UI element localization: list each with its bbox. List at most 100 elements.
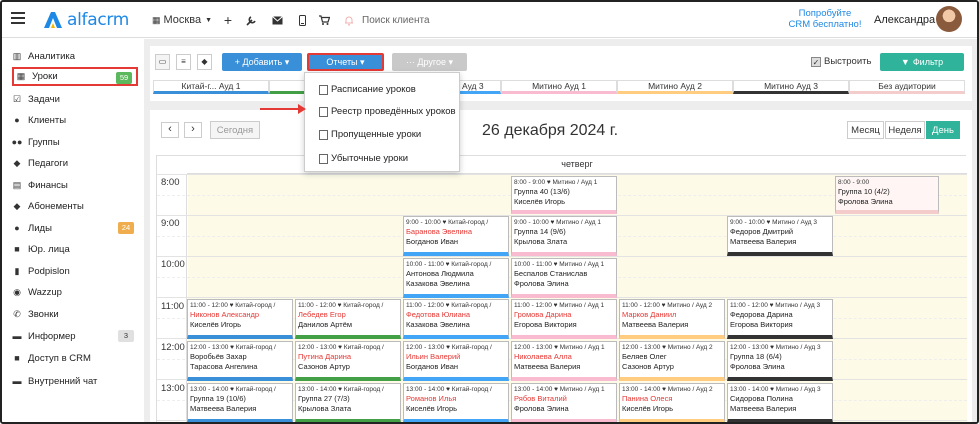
sidebar-item-calls[interactable]: ✆ Звонки: [10, 305, 138, 323]
user-name[interactable]: Александра: [874, 14, 935, 26]
sidebar-item-analytics[interactable]: ▥ Аналитика: [10, 47, 138, 65]
menu-item-missed-lessons[interactable]: Пропущенные уроки: [319, 129, 421, 140]
view-day-button[interactable]: День: [926, 121, 960, 139]
lesson-card[interactable]: 10:00 - 11:00 ♥ Китай-город / Антонова Л…: [403, 258, 509, 298]
sidebar-item-groups[interactable]: ●● Группы: [10, 133, 138, 151]
lesson-card[interactable]: 8:00 - 9:00 ♥ Митино / Ауд 1 Группа 40 (1…: [511, 176, 617, 214]
sidebar-item-wazzup[interactable]: ◉ Wazzup: [10, 283, 138, 301]
lesson-card[interactable]: 11:00 - 12:00 ♥ Митино / Ауд 3 Федорова Д…: [727, 299, 833, 339]
add-icon[interactable]: +: [217, 2, 239, 38]
sidebar-item-informer[interactable]: ▬ Информер 3: [10, 327, 138, 345]
sidebar-item-crm-access[interactable]: ■ Доступ в CRM: [10, 349, 138, 367]
sidebar-item-finance[interactable]: ▤ Финансы: [10, 176, 138, 194]
sidebar-item-clients[interactable]: ● Клиенты: [10, 111, 138, 129]
list-view-icon[interactable]: ≡: [176, 54, 191, 70]
lesson-students: Группа 14 (9/6): [514, 227, 566, 237]
mail-icon[interactable]: [266, 2, 288, 38]
lesson-time: 12:00 - 13:00 ♥ Митино / Ауд 2: [622, 344, 713, 351]
lesson-card[interactable]: 13:00 - 14:00 ♥ Митино / Ауд 1 Рябов Вита…: [511, 383, 617, 422]
lesson-card[interactable]: 12:00 - 13:00 ♥ Митино / Ауд 1 Николаева …: [511, 341, 617, 381]
checkbox[interactable]: ✓: [811, 56, 821, 67]
room-tab[interactable]: Митино Ауд 1: [501, 80, 617, 94]
lesson-teacher: Киселёв Игорь: [514, 196, 566, 206]
lesson-students: Марков Даниил: [622, 310, 677, 320]
reports-button[interactable]: Отчеты ▾: [307, 53, 384, 71]
sidebar-item-podpislon[interactable]: ▮ Podpislon: [10, 262, 138, 280]
lesson-card[interactable]: 12:00 - 13:00 ♥ Митино / Ауд 2 Беляев Оле…: [619, 341, 725, 381]
room-tab[interactable]: [269, 80, 305, 94]
lesson-card[interactable]: 13:00 - 14:00 ♥ Китай-город / Романов Ил…: [403, 383, 509, 422]
lesson-students: Лебедев Егор: [298, 310, 346, 320]
graduation-icon: ◆: [13, 157, 21, 168]
room-tab[interactable]: Митино Ауд 2: [617, 80, 733, 94]
today-button[interactable]: Сегодня: [210, 121, 260, 139]
view-week-button[interactable]: Неделя: [885, 121, 925, 139]
lesson-teacher: Казакова Эвелина: [406, 278, 470, 288]
lesson-students: Беляев Олег: [622, 352, 667, 362]
lesson-card[interactable]: 13:00 - 14:00 ♥ Китай-город / Группа 19 …: [187, 383, 293, 422]
lesson-students: Ильин Валерий: [406, 352, 461, 362]
logo[interactable]: alfacrm: [42, 9, 129, 31]
cart-icon[interactable]: [313, 2, 335, 38]
sidebar-item-lessons[interactable]: ▦ Уроки 59: [12, 67, 138, 86]
lesson-card[interactable]: 10:00 - 11:00 ♥ Митино / Ауд 1 Беспалов С…: [511, 258, 617, 298]
sidebar-item-label: Группы: [28, 136, 60, 148]
filter-button[interactable]: ▼ Фильтр: [880, 53, 964, 71]
lesson-card[interactable]: 8:00 - 9:00 Группа 10 (4/2) Фролова Элина: [835, 176, 939, 214]
search-input[interactable]: [362, 11, 602, 29]
prev-arrow-icon[interactable]: ‹: [161, 122, 179, 138]
room-tab[interactable]: Митино Ауд 3: [733, 80, 849, 94]
sidebar-item-teachers[interactable]: ◆ Педагоги: [10, 154, 138, 172]
menu-item-unprofitable-lessons[interactable]: Убыточные уроки: [319, 153, 408, 164]
promo-link[interactable]: Попробуйте CRM бесплатно!: [780, 8, 870, 30]
sidebar-item-leads[interactable]: ● Лиды 24: [10, 219, 138, 237]
lesson-time: 11:00 - 12:00 ♥ Китай-город /: [298, 302, 384, 309]
lesson-card[interactable]: 11:00 - 12:00 ♥ Митино / Ауд 1 Громова Да…: [511, 299, 617, 339]
lesson-teacher: Киселёв Игорь: [622, 403, 674, 413]
logo-text: alfacrm: [67, 10, 130, 30]
room-tab[interactable]: Без аудитории: [849, 80, 965, 94]
sidebar-item-label: Podpislon: [28, 265, 70, 277]
room-tab[interactable]: Китай-г... Ауд 1: [153, 80, 269, 94]
bell-icon[interactable]: [338, 2, 360, 38]
lesson-card[interactable]: 11:00 - 12:00 ♥ Китай-город / Лебедев Ег…: [295, 299, 401, 339]
lesson-card[interactable]: 12:00 - 13:00 ♥ Митино / Ауд 3 Группа 18 …: [727, 341, 833, 381]
lesson-card[interactable]: 13:00 - 14:00 ♥ Китай-город / Группа 27 …: [295, 383, 401, 422]
wrench-icon[interactable]: [240, 2, 262, 38]
next-arrow-icon[interactable]: ›: [184, 122, 202, 138]
other-button[interactable]: ··· Другое ▾: [392, 53, 467, 71]
sidebar-item-internal-chat[interactable]: ▬ Внутренний чат: [10, 372, 138, 390]
avatar[interactable]: [936, 6, 962, 32]
lesson-time: 11:00 - 12:00 ♥ Китай-город /: [406, 302, 492, 309]
calendar-view-icon[interactable]: ▭: [155, 54, 170, 70]
menu-item-schedule[interactable]: Расписание уроков: [319, 84, 416, 95]
lesson-card[interactable]: 11:00 - 12:00 ♥ Митино / Ауд 2 Марков Дан…: [619, 299, 725, 339]
align-toggle[interactable]: ✓ Выстроить: [811, 56, 871, 67]
lesson-teacher: Крылова Злата: [298, 403, 352, 413]
lesson-time: 10:00 - 11:00 ♥ Китай-город /: [406, 261, 492, 268]
lesson-card[interactable]: 9:00 - 10:00 ♥ Митино / Ауд 1 Группа 14 (…: [511, 216, 617, 256]
menu-item-lessons-registry[interactable]: Реестр проведённых уроков: [319, 106, 456, 117]
lesson-card[interactable]: 12:00 - 13:00 ♥ Китай-город / Воробьёв З…: [187, 341, 293, 381]
time-label: 11:00: [161, 301, 185, 312]
add-button[interactable]: + Добавить ▾: [222, 53, 302, 71]
sidebar-item-tasks[interactable]: ☑ Задачи: [10, 90, 138, 108]
lesson-card[interactable]: 9:00 - 10:00 ♥ Китай-город / Баранова Эв…: [403, 216, 509, 256]
branch-select[interactable]: ▦ Москва ▼: [152, 2, 212, 38]
sidebar-item-legal[interactable]: ■ Юр. лица: [10, 240, 138, 258]
mobile-icon[interactable]: [291, 2, 313, 38]
menu-icon[interactable]: [11, 12, 25, 26]
promo-line2: CRM бесплатно!: [788, 19, 862, 30]
view-month-button[interactable]: Месяц: [847, 121, 884, 139]
lesson-card[interactable]: 11:00 - 12:00 ♥ Китай-город / Федотова Ю…: [403, 299, 509, 339]
lesson-teacher: Фролова Элина: [514, 278, 569, 288]
lesson-card[interactable]: 11:00 - 12:00 ♥ Китай-город / Никонов Ал…: [187, 299, 293, 339]
sidebar-item-subscriptions[interactable]: ◆ Абонементы: [10, 197, 138, 215]
lesson-card[interactable]: 13:00 - 14:00 ♥ Митино / Ауд 2 Панина Оле…: [619, 383, 725, 422]
lesson-card[interactable]: 9:00 - 10:00 ♥ Митино / Ауд 3 Федоров Дми…: [727, 216, 833, 256]
lesson-card[interactable]: 12:00 - 13:00 ♥ Китай-город / Ильин Вале…: [403, 341, 509, 381]
grid-view-icon[interactable]: ◆: [197, 54, 212, 70]
time-label: 10:00: [161, 259, 185, 270]
lesson-card[interactable]: 13:00 - 14:00 ♥ Митино / Ауд 3 Сидорова П…: [727, 383, 833, 422]
lesson-card[interactable]: 12:00 - 13:00 ♥ Китай-город / Путина Дар…: [295, 341, 401, 381]
